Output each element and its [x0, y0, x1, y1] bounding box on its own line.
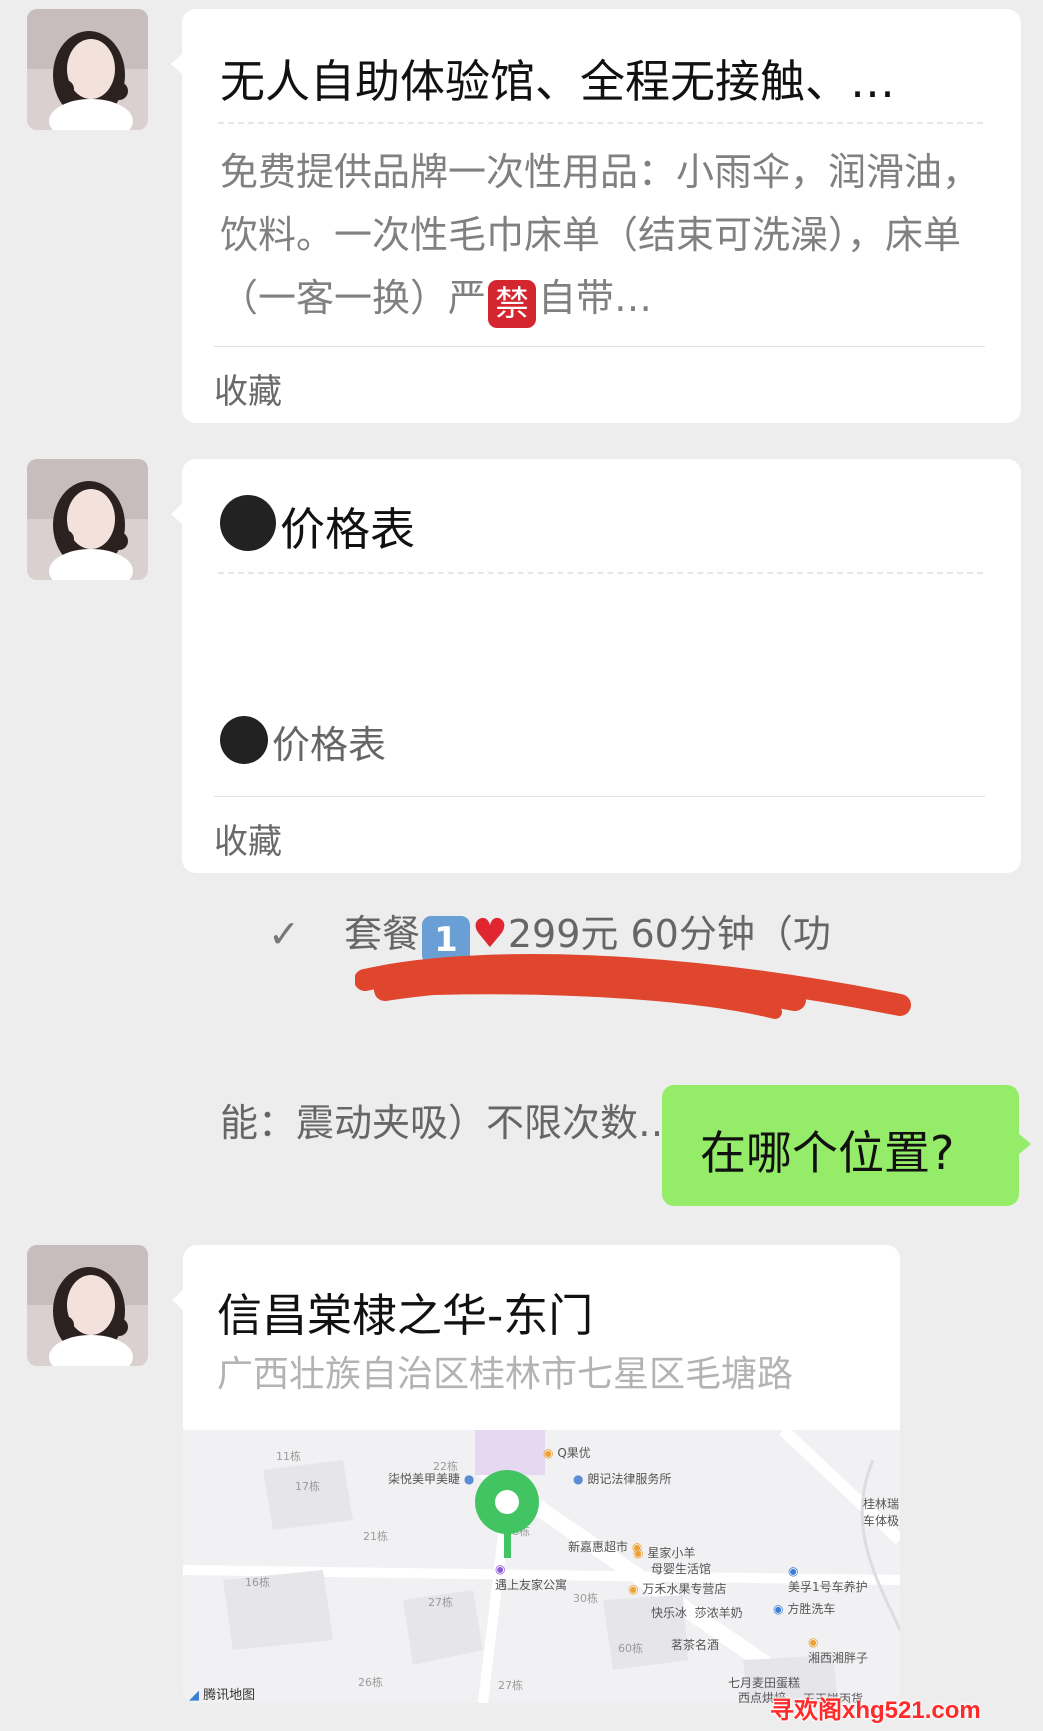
- card-source-label: 收藏: [214, 822, 282, 862]
- hotel-icon: ◉: [495, 1562, 506, 1576]
- poi-label: 母婴生活馆: [651, 1562, 712, 1576]
- poi-label: ● 朗记法律服务所: [573, 1472, 672, 1486]
- avatar[interactable]: [27, 459, 148, 580]
- poi-label: 新嘉惠超市 ◉: [568, 1540, 643, 1554]
- black-circle-icon: [220, 495, 276, 551]
- shop-icon: ◉: [628, 1582, 639, 1596]
- building-label: 26栋: [358, 1676, 383, 1689]
- location-address: 广西壮族自治区桂林市七星区毛塘路: [217, 1354, 794, 1395]
- restaurant-icon: ◉: [808, 1635, 819, 1649]
- poi-label: ◉ 方胜洗车: [773, 1602, 836, 1616]
- shop-icon: ◉: [543, 1446, 554, 1460]
- avatar[interactable]: [27, 9, 148, 130]
- poi-label: ◉ 遇上友家公寓: [495, 1562, 568, 1592]
- desc-line: 价格表: [220, 714, 983, 777]
- building-label: 16栋: [245, 1576, 270, 1589]
- reply-bubble[interactable]: 在哪个位置?: [662, 1085, 1031, 1206]
- reply-text: 在哪个位置?: [700, 1126, 955, 1180]
- car-wash-icon: ◉: [773, 1602, 784, 1616]
- car-service-icon: ◉: [788, 1564, 799, 1578]
- black-circle-icon: [220, 716, 268, 764]
- location-card[interactable]: 信昌棠棣之华-东门 广西壮族自治区桂林市七星区毛塘路 11栋 22栋 17栋 2…: [172, 1245, 900, 1703]
- poi-label: 快乐冰 莎浓羊奶: [651, 1606, 743, 1620]
- watermark: 寻欢阁xhg521.com: [770, 1697, 981, 1724]
- prohibited-icon: 禁: [488, 280, 537, 328]
- building-label: 30栋: [573, 1592, 598, 1605]
- card-title: 无人自助体验馆、全程无接触、…: [220, 55, 896, 108]
- poi-label: ◉ 万禾水果专营店: [628, 1582, 727, 1596]
- building-label: 21栋: [363, 1530, 388, 1543]
- card-source-label: 收藏: [214, 372, 282, 412]
- shop-icon: ◉: [633, 1546, 644, 1560]
- divider: [214, 346, 985, 347]
- building-label: 27栋: [428, 1596, 453, 1609]
- map-preview[interactable]: 11栋 22栋 17栋 21栋 16栋 27栋 28栋 30栋 60栋 26栋 …: [183, 1430, 900, 1703]
- card-description: 免费提供品牌一次性用品：小雨伞，润滑油，饮料。一次性毛巾床单（结束可洗澡），床单…: [220, 141, 983, 330]
- poi-label: ◉ 星家小羊: [633, 1546, 696, 1560]
- divider: [218, 572, 983, 574]
- poi-label: ◉ 美孚1号车养护: [788, 1564, 868, 1594]
- poi-label: 茗茶名酒: [671, 1638, 720, 1652]
- building-label: 17栋: [295, 1480, 320, 1493]
- poi-label: ◉ 湘西湘胖子: [808, 1635, 869, 1665]
- desc-text: 能：震动夹吸）不限次数…: [220, 1101, 677, 1145]
- divider: [214, 796, 985, 797]
- divider: [218, 122, 983, 124]
- poi-label: ◉ Q果优: [543, 1446, 591, 1460]
- building-label: 60栋: [618, 1642, 643, 1655]
- card-title-text: 价格表: [280, 503, 416, 556]
- check-icon: ✓: [268, 912, 300, 956]
- desc-text: 价格表: [272, 723, 387, 767]
- redaction-scribble: [355, 954, 911, 1019]
- card-title: 价格表: [220, 493, 985, 558]
- building-label: 11栋: [276, 1450, 301, 1463]
- tencent-map-icon: ◢: [189, 1688, 199, 1703]
- poi-label: 柒悦美甲美睫 ●: [388, 1472, 475, 1486]
- location-pin-icon: [475, 1470, 539, 1558]
- avatar[interactable]: [27, 1245, 148, 1366]
- favorite-card[interactable]: 价格表 价格表 ✓ 套餐 1 ♥299元 60分钟（功 能：震动夹吸）不限次数… 收藏: [171, 459, 1021, 1145]
- desc-text-end: 自带…: [538, 276, 653, 320]
- favorite-card[interactable]: 无人自助体验馆、全程无接触、… 免费提供品牌一次性用品：小雨伞，润滑油，饮料。一…: [171, 9, 1021, 423]
- poi-dot-icon: ●: [573, 1472, 584, 1486]
- location-title: 信昌棠棣之华-东门: [217, 1289, 594, 1342]
- poi-label: 桂林瑞 车体极: [863, 1497, 900, 1528]
- map-provider-logo: ◢ 腾讯地图: [189, 1688, 256, 1703]
- building-label: 27栋: [498, 1679, 523, 1692]
